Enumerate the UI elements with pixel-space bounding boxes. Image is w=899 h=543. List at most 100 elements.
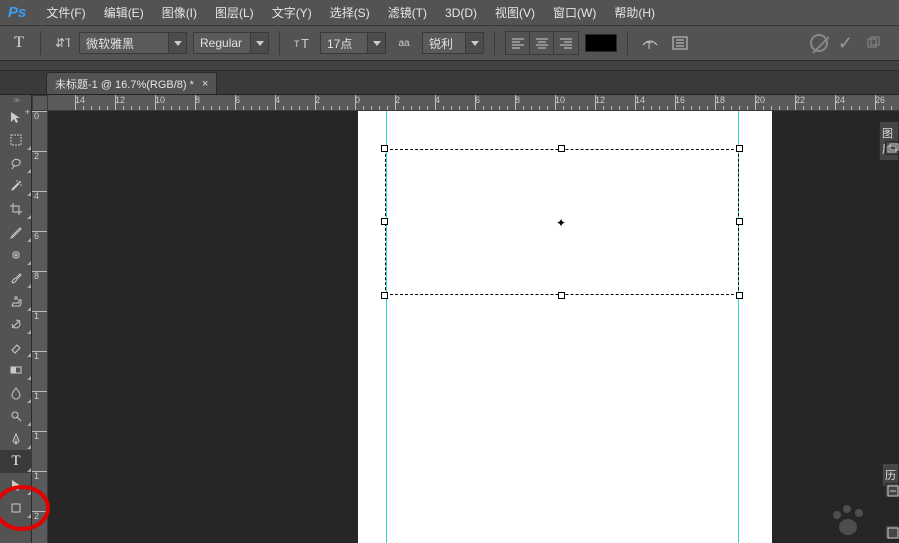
history-brush-tool[interactable]	[0, 312, 32, 335]
horizontal-ruler[interactable]: 141210864202468101214161820222426	[48, 95, 899, 111]
canvas[interactable]: ✦	[48, 111, 899, 543]
ruler-label: 22	[795, 95, 805, 105]
brush-tool[interactable]	[0, 266, 32, 289]
svg-text:T: T	[294, 39, 300, 49]
warp-text-button[interactable]: T	[638, 32, 662, 54]
healing-brush-tool[interactable]	[0, 243, 32, 266]
font-size-combo[interactable]	[320, 32, 386, 54]
divider	[627, 31, 628, 55]
canvas-area: 141210864202468101214161820222426 024681…	[32, 95, 899, 543]
blur-tool[interactable]	[0, 381, 32, 404]
align-left-button[interactable]	[506, 32, 530, 54]
options-right-buttons: ✓	[810, 32, 891, 54]
anti-alias-input[interactable]	[423, 33, 465, 53]
divider	[40, 31, 41, 55]
magic-wand-tool[interactable]	[0, 174, 32, 197]
ruler-corner	[32, 95, 48, 111]
dodge-tool[interactable]	[0, 404, 32, 427]
menu-file[interactable]: 文件(F)	[38, 1, 93, 24]
chevron-down-icon[interactable]	[465, 33, 483, 53]
menu-type[interactable]: 文字(Y)	[264, 1, 320, 24]
path-selection-tool[interactable]	[0, 473, 32, 496]
menu-filter[interactable]: 滤镜(T)	[380, 1, 435, 24]
vertical-ruler[interactable]: 02468111112	[32, 111, 48, 543]
ruler-label: 14	[635, 95, 645, 105]
ruler-label: 24	[835, 95, 845, 105]
move-tool[interactable]: +	[0, 105, 32, 128]
ruler-label: 1	[34, 311, 39, 321]
eyedropper-tool[interactable]	[0, 220, 32, 243]
menu-view[interactable]: 视图(V)	[487, 1, 543, 24]
shape-tool[interactable]	[0, 496, 32, 519]
crop-tool[interactable]	[0, 197, 32, 220]
type-tool[interactable]: T	[0, 450, 32, 473]
chevron-down-icon[interactable]	[367, 33, 385, 53]
menu-image[interactable]: 图像(I)	[154, 1, 205, 24]
lasso-tool[interactable]	[0, 151, 32, 174]
ruler-label: 10	[555, 95, 565, 105]
history-panel-icon[interactable]	[885, 483, 899, 497]
font-style-input[interactable]	[194, 33, 250, 53]
resize-handle[interactable]	[381, 292, 388, 299]
menu-help[interactable]: 帮助(H)	[606, 1, 663, 24]
3d-icon[interactable]	[863, 32, 885, 54]
svg-text:T: T	[646, 41, 652, 51]
ruler-label: 1	[34, 391, 39, 401]
menu-edit[interactable]: 编辑(E)	[96, 1, 152, 24]
ruler-label: 18	[715, 95, 725, 105]
document-tab-bar: 未标题-1 @ 16.7%(RGB/8) * ×	[0, 71, 899, 95]
align-right-button[interactable]	[554, 32, 578, 54]
transform-center-icon[interactable]: ✦	[556, 216, 568, 228]
resize-handle[interactable]	[558, 292, 565, 299]
text-orientation-button[interactable]: ⇵T	[51, 32, 73, 54]
menu-layer[interactable]: 图层(L)	[207, 1, 262, 24]
ruler-label: 10	[155, 95, 165, 105]
commit-icon[interactable]: ✓	[838, 33, 853, 54]
ruler-label: 2	[34, 511, 39, 521]
ruler-label: 16	[675, 95, 685, 105]
chevron-down-icon[interactable]	[250, 33, 268, 53]
gradient-tool[interactable]	[0, 358, 32, 381]
resize-handle[interactable]	[736, 145, 743, 152]
menu-window[interactable]: 窗口(W)	[545, 1, 604, 24]
chevron-down-icon[interactable]	[168, 33, 186, 53]
ruler-label: 14	[75, 95, 85, 105]
resize-handle[interactable]	[381, 145, 388, 152]
options-bar: T ⇵T TT aa T ✓	[0, 25, 899, 61]
text-color-swatch[interactable]	[585, 34, 617, 52]
character-panel-button[interactable]	[668, 32, 692, 54]
text-bounding-box[interactable]: ✦	[385, 149, 739, 295]
type-tool-icon: T	[8, 32, 30, 54]
align-center-button[interactable]	[530, 32, 554, 54]
menu-select[interactable]: 选择(S)	[322, 1, 378, 24]
right-dock: 图层 历	[879, 95, 899, 543]
ruler-label: 4	[34, 191, 39, 201]
font-family-input[interactable]	[80, 33, 168, 53]
control-strip	[0, 61, 899, 71]
resize-handle[interactable]	[736, 292, 743, 299]
resize-handle[interactable]	[736, 218, 743, 225]
resize-handle[interactable]	[558, 145, 565, 152]
ruler-label: 26	[875, 95, 885, 105]
menu-3d[interactable]: 3D(D)	[437, 3, 485, 23]
document-tab-title: 未标题-1 @ 16.7%(RGB/8) *	[55, 76, 194, 92]
close-icon[interactable]: ×	[202, 78, 208, 90]
font-style-combo[interactable]	[193, 32, 269, 54]
watermark-icon	[829, 503, 869, 537]
toolbar-collapse-icon[interactable]	[0, 95, 31, 105]
pen-tool[interactable]	[0, 427, 32, 450]
clone-stamp-tool[interactable]	[0, 289, 32, 312]
font-size-input[interactable]	[321, 33, 367, 53]
anti-alias-combo[interactable]	[422, 32, 484, 54]
panel-icon[interactable]	[885, 525, 899, 539]
font-size-icon: TT	[290, 32, 314, 54]
marquee-tool[interactable]	[0, 128, 32, 151]
font-family-combo[interactable]	[79, 32, 187, 54]
ruler-label: 0	[34, 111, 39, 121]
layers-panel-icon[interactable]	[885, 141, 899, 155]
document-tab[interactable]: 未标题-1 @ 16.7%(RGB/8) * ×	[46, 72, 217, 94]
resize-handle[interactable]	[381, 218, 388, 225]
cancel-icon[interactable]	[810, 34, 828, 52]
eraser-tool[interactable]	[0, 335, 32, 358]
ruler-label: 12	[115, 95, 125, 105]
